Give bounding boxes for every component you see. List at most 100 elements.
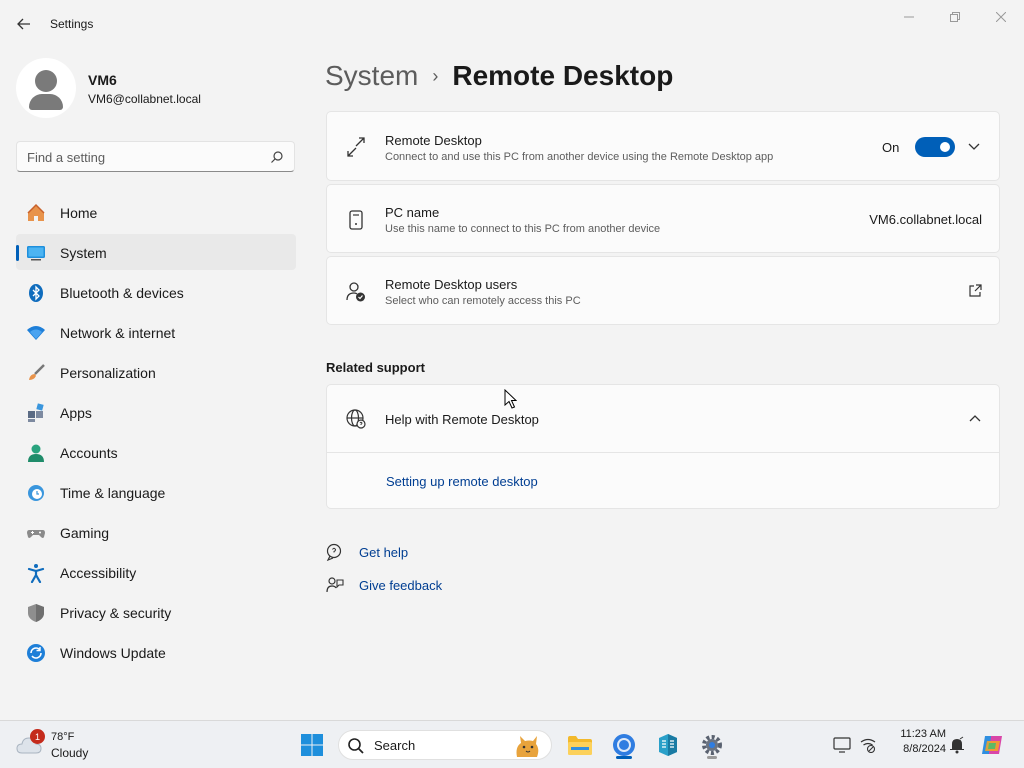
chrome-browser-icon [613, 734, 635, 756]
sidebar-item-label: Bluetooth & devices [60, 285, 184, 301]
maximize-button[interactable] [943, 8, 967, 26]
sidebar-item-apps[interactable]: Apps [16, 394, 296, 430]
bluetooth-icon [26, 283, 46, 303]
sidebar-item-privacy[interactable]: Privacy & security [16, 594, 296, 630]
get-help-label: Get help [359, 545, 409, 560]
start-button[interactable] [296, 729, 328, 761]
taskbar-search-label: Search [374, 738, 416, 753]
tray-notification-icon[interactable] [947, 735, 967, 755]
sidebar-item-accessibility[interactable]: Accessibility [16, 554, 296, 590]
close-icon [996, 12, 1006, 22]
pc-name-description: Use this name to connect to this PC from… [385, 223, 661, 235]
help-remote-desktop-card: Help with Remote Desktop Setting up remo… [326, 384, 1000, 509]
sidebar-item-home[interactable]: Home [16, 194, 296, 230]
monitor-icon [833, 737, 851, 753]
breadcrumb-separator: › [432, 65, 439, 86]
sidebar-item-time-language[interactable]: Time & language [16, 474, 296, 510]
pc-tower-icon [345, 209, 367, 231]
avatar-head [35, 70, 57, 92]
notification-bell-icon [950, 736, 964, 754]
breadcrumb-parent[interactable]: System [325, 60, 418, 92]
settings-search[interactable] [16, 141, 295, 172]
sidebar-item-personalization[interactable]: Personalization [16, 354, 296, 390]
sidebar-item-windows-update[interactable]: Windows Update [16, 634, 296, 670]
open-external-icon[interactable] [967, 283, 983, 299]
rd-users-title: Remote Desktop users [385, 277, 518, 292]
weather-temperature: 78°F [51, 731, 75, 743]
help-expander-header[interactable]: Help with Remote Desktop [327, 385, 999, 453]
system-monitor-icon [26, 243, 46, 263]
remote-desktop-icon [345, 136, 367, 158]
file-explorer-taskbar-button[interactable] [564, 729, 596, 761]
remote-desktop-title: Remote Desktop [385, 133, 482, 148]
remote-desktop-users-card[interactable]: Remote Desktop users Select who can remo… [326, 256, 1000, 325]
get-help-link[interactable]: Get help [326, 542, 526, 562]
wifi-icon [26, 323, 46, 343]
chevron-up-icon[interactable] [967, 411, 983, 427]
tray-network-icon[interactable] [858, 735, 878, 755]
weather-widget[interactable]: 1 78°F Cloudy [16, 729, 106, 761]
user-check-icon [345, 281, 367, 303]
clock-globe-icon [26, 483, 46, 503]
related-support-heading: Related support [326, 360, 425, 375]
rd-users-description: Select who can remotely access this PC [385, 295, 581, 307]
settings-taskbar-button[interactable] [696, 729, 728, 761]
remote-desktop-card[interactable]: Remote Desktop Connect to and use this P… [326, 111, 1000, 181]
avatar-shoulders [29, 94, 63, 110]
expand-button[interactable] [965, 138, 983, 156]
sidebar-item-label: Gaming [60, 525, 110, 541]
windows-logo-icon [301, 734, 323, 756]
remote-desktop-toggle[interactable] [915, 137, 955, 157]
sidebar-item-accounts[interactable]: Accounts [16, 434, 296, 470]
pc-name-card: PC name Use this name to connect to this… [326, 184, 1000, 253]
database-app-icon [659, 734, 677, 756]
sidebar-item-label: Time & language [60, 485, 166, 501]
back-button[interactable] [12, 12, 36, 36]
azure-data-studio-taskbar-button[interactable] [652, 729, 684, 761]
taskbar-search[interactable]: Search [338, 730, 552, 760]
mouse-cursor-icon [504, 389, 517, 409]
sidebar-item-gaming[interactable]: Gaming [16, 514, 296, 550]
minimize-button[interactable] [897, 8, 921, 26]
page-title: Remote Desktop [452, 60, 674, 91]
profile-email: VM6@collabnet.local [88, 92, 201, 106]
title-bar: Settings [0, 0, 1024, 48]
help-chat-icon [326, 543, 342, 561]
system-clock[interactable]: 11:23 AM 8/8/2024 [884, 728, 946, 755]
chevron-down-icon [968, 143, 980, 150]
weather-description: Cloudy [51, 746, 89, 760]
sidebar-item-label: Personalization [60, 365, 156, 381]
sidebar-item-bluetooth[interactable]: Bluetooth & devices [16, 274, 296, 310]
gamepad-icon [26, 523, 46, 543]
sidebar-item-system[interactable]: System [16, 234, 296, 270]
give-feedback-link[interactable]: Give feedback [326, 575, 526, 595]
running-indicator [616, 756, 632, 759]
sidebar-item-label: Privacy & security [60, 605, 172, 621]
toggle-state-label: On [882, 140, 900, 155]
search-input[interactable] [27, 148, 257, 166]
globe-help-icon [345, 408, 367, 430]
toggle-knob [940, 142, 950, 152]
sidebar-item-label: Home [60, 205, 98, 221]
copilot-icon[interactable] [980, 733, 1004, 757]
search-icon[interactable] [270, 150, 284, 164]
sidebar-item-network[interactable]: Network & internet [16, 314, 296, 350]
browser-taskbar-button[interactable] [608, 729, 640, 761]
give-feedback-label: Give feedback [359, 578, 443, 593]
breadcrumb: System › Remote Desktop [325, 58, 673, 94]
gear-icon [702, 735, 722, 755]
sidebar-item-label: System [60, 245, 107, 261]
paintbrush-icon [26, 363, 46, 383]
setting-up-remote-desktop-link[interactable]: Setting up remote desktop [386, 474, 538, 489]
pc-name-title: PC name [385, 205, 440, 220]
user-profile[interactable]: VM6 VM6@collabnet.local [16, 58, 296, 118]
sidebar-item-label: Apps [60, 405, 92, 421]
apps-icon [26, 403, 46, 423]
profile-name: VM6 [88, 72, 117, 88]
shield-icon [26, 603, 46, 623]
tray-display-icon[interactable] [832, 735, 852, 755]
close-button[interactable] [989, 8, 1013, 26]
person-icon [26, 443, 46, 463]
minimize-icon [904, 16, 914, 18]
feedback-icon [326, 577, 344, 593]
